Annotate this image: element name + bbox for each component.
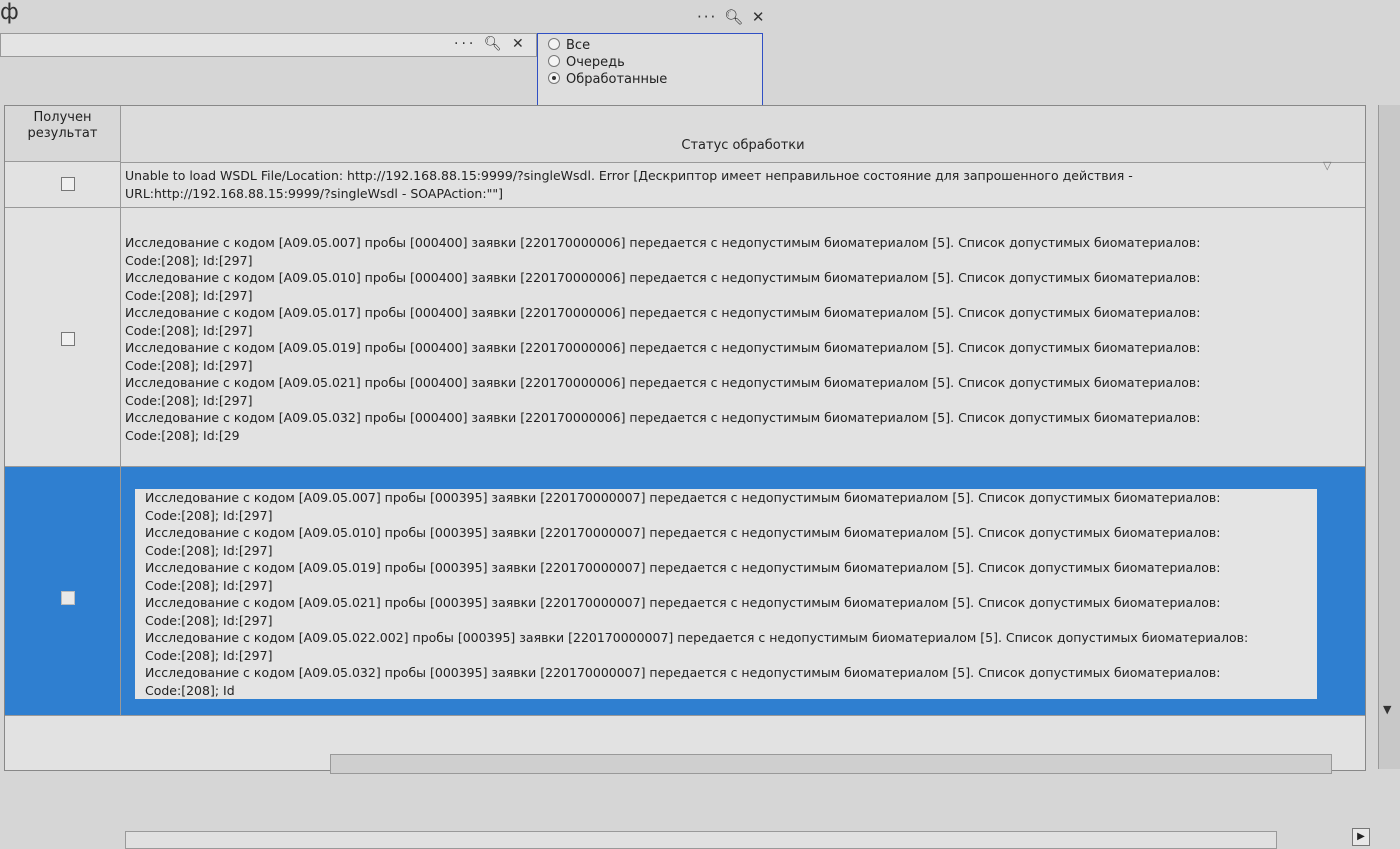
radio-queue-indicator[interactable] <box>548 55 560 67</box>
status-line: Исследование с кодом [A09.05.010] пробы … <box>125 270 1201 285</box>
filter-row: ··· 🔍︎ ✕ <box>0 22 537 102</box>
radio-processed[interactable]: Обработанные <box>548 72 667 88</box>
ellipsis-icon[interactable]: ··· <box>454 36 476 52</box>
result-checkbox[interactable] <box>61 591 75 605</box>
status-line: Исследование с кодом [A09.05.007] пробы … <box>125 235 1201 250</box>
search-icon[interactable]: 🔍︎ <box>484 36 505 52</box>
status-line: Исследование с кодом [A09.05.021] пробы … <box>125 375 1201 390</box>
status-line: Исследование с кодом [A09.05.032] пробы … <box>125 410 1201 425</box>
column-header-status-label: Статус обработки <box>681 138 805 153</box>
horizontal-scrollbar-track[interactable] <box>125 831 1277 849</box>
top-filter-icons: ··· 🔍︎ ✕ <box>697 8 767 26</box>
checkbox-cell <box>5 208 121 466</box>
filter-input-icons: ··· 🔍︎ ✕ <box>454 36 527 52</box>
status-line: Исследование с кодом [A09.05.010] пробы … <box>145 525 1221 540</box>
checkbox-cell <box>5 467 121 715</box>
status-line: URL:http://192.168.88.15:9999/?singleWsd… <box>125 185 503 201</box>
column-header-result[interactable]: Получен результат <box>5 106 121 162</box>
status-line: Code:[208]; Id:[29 <box>125 427 240 443</box>
status-line: Исследование с кодом [A09.05.022.002] пр… <box>145 630 1249 645</box>
status-text: Исследование с кодом [A09.05.007] пробы … <box>135 489 1317 699</box>
status-text: Исследование с кодом [A09.05.007] пробы … <box>125 234 1335 444</box>
radio-queue[interactable]: Очередь <box>548 55 625 71</box>
status-line: Исследование с кодом [A09.05.019] пробы … <box>145 560 1221 575</box>
status-line: Исследование с кодом [A09.05.007] пробы … <box>145 490 1221 505</box>
results-table: Получен результат Статус обработки Unabl… <box>4 105 1370 849</box>
scroll-right-icon[interactable]: ▶ <box>1352 828 1370 846</box>
status-line: Исследование с кодом [A09.05.019] пробы … <box>125 340 1201 355</box>
search-icon[interactable]: 🔍︎ <box>724 8 745 26</box>
status-text: Unable to load WSDL File/Location: http:… <box>125 167 1335 202</box>
table-row[interactable]: Исследование с кодом [A09.05.007] пробы … <box>5 208 1365 467</box>
status-line: Исследование с кодом [A09.05.021] пробы … <box>145 595 1221 610</box>
close-icon[interactable]: ✕ <box>752 8 767 26</box>
status-line: Unable to load WSDL File/Location: http:… <box>125 168 1133 183</box>
close-icon[interactable]: ✕ <box>512 36 527 52</box>
column-header-status[interactable]: Статус обработки <box>121 106 1365 163</box>
scroll-down-icon[interactable]: ▼ <box>1383 703 1391 716</box>
radio-all-indicator[interactable] <box>548 38 560 50</box>
column-header-result-label: Получен результат <box>27 110 98 141</box>
radio-processed-indicator[interactable] <box>548 72 560 84</box>
status-line: Code:[208]; Id:[297] <box>125 287 253 303</box>
status-line: Исследование с кодом [A09.05.017] пробы … <box>125 305 1201 320</box>
checkbox-cell <box>5 162 121 207</box>
radio-all[interactable]: Все <box>548 38 590 54</box>
table-row[interactable]: Unable to load WSDL File/Location: http:… <box>5 162 1365 208</box>
status-line: Code:[208]; Id:[297] <box>125 357 253 373</box>
radio-queue-label: Очередь <box>566 55 625 70</box>
status-line: Code:[208]; Id:[297] <box>145 647 273 663</box>
status-line: Code:[208]; Id:[297] <box>125 322 253 338</box>
status-line: Code:[208]; Id:[297] <box>145 612 273 628</box>
result-checkbox[interactable] <box>61 177 75 191</box>
status-line: Code:[208]; Id:[297] <box>145 577 273 593</box>
table-row-selected[interactable]: Исследование с кодом [A09.05.007] пробы … <box>5 467 1365 716</box>
status-line: Исследование с кодом [A09.05.032] пробы … <box>145 665 1221 680</box>
status-line: Code:[208]; Id:[297] <box>125 392 253 408</box>
status-radio-group: Все Очередь Обработанные <box>537 33 763 107</box>
radio-all-label: Все <box>566 38 591 53</box>
status-line: Code:[208]; Id:[297] <box>145 507 273 523</box>
result-checkbox[interactable] <box>61 332 75 346</box>
status-line: Code:[208]; Id:[297] <box>145 542 273 558</box>
status-line: Code:[208]; Id <box>145 682 235 698</box>
status-line: Code:[208]; Id:[297] <box>125 252 253 268</box>
radio-processed-label: Обработанные <box>566 72 668 87</box>
filter-arrow-icon[interactable]: ▽ <box>1323 159 1331 172</box>
ellipsis-icon[interactable]: ··· <box>697 8 717 26</box>
bottom-scrollbar[interactable] <box>330 754 1332 774</box>
vertical-scrollbar[interactable]: ▼ <box>1378 105 1400 769</box>
